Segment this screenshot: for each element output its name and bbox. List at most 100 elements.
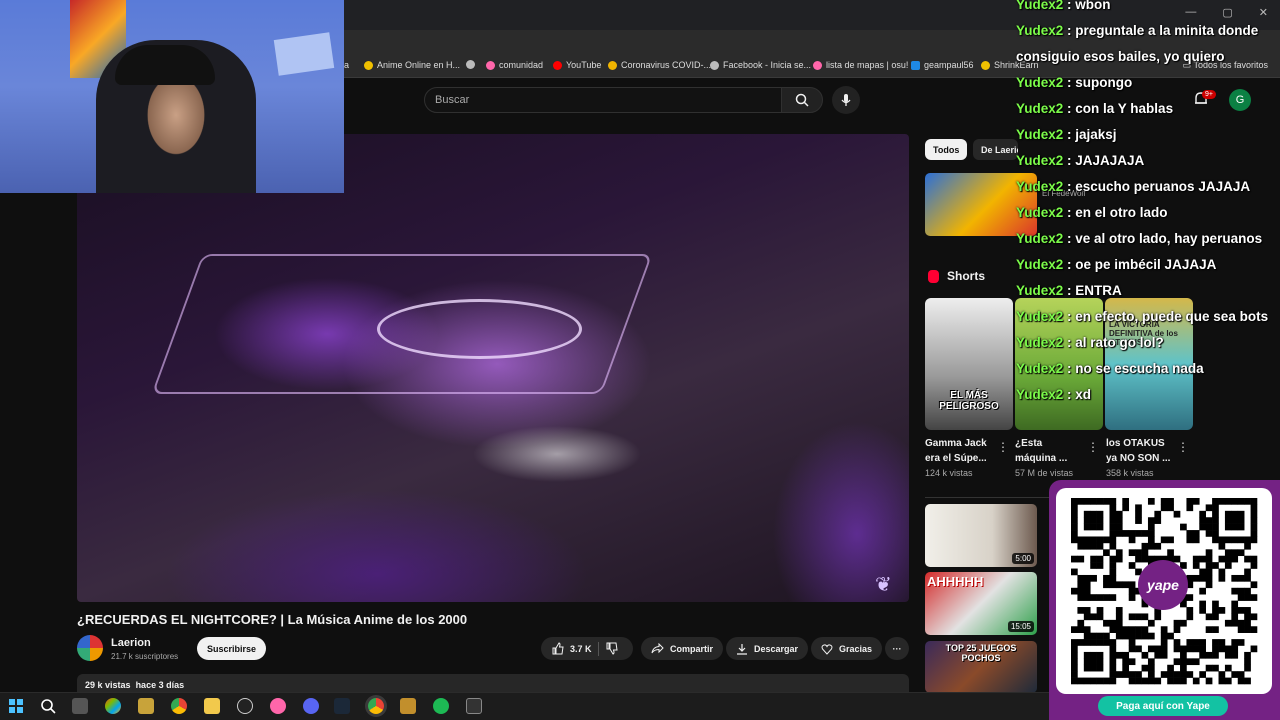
qr-module — [1135, 555, 1142, 563]
bookmark-item[interactable]: comunidad — [486, 60, 543, 70]
spotify-icon[interactable] — [433, 698, 449, 714]
qr-module — [1244, 658, 1251, 666]
qr-module — [1096, 664, 1104, 672]
channel-avatar[interactable] — [77, 635, 103, 661]
copilot-icon[interactable] — [105, 698, 121, 714]
obs-icon[interactable] — [237, 698, 253, 714]
qr-module — [1109, 626, 1117, 633]
bookmark-item[interactable]: YouTube — [553, 60, 601, 70]
qr-module — [1205, 523, 1213, 531]
download-button[interactable]: Descargar — [726, 637, 809, 660]
qr-module — [1186, 639, 1194, 646]
chip-all[interactable]: Todos — [925, 139, 968, 160]
windows-start-icon[interactable] — [8, 698, 24, 714]
qr-module — [1135, 626, 1142, 633]
qr-module — [1128, 671, 1136, 678]
qr-module — [1205, 555, 1213, 563]
bookmark-item[interactable]: Anime Online en H... — [364, 60, 460, 70]
qr-module — [1122, 671, 1130, 678]
qr-module — [1237, 671, 1245, 678]
voice-search-button[interactable] — [832, 86, 860, 114]
share-icon — [651, 643, 664, 654]
qr-module — [1231, 639, 1239, 646]
bookmark-item[interactable]: lista de mapas | osu! — [813, 60, 908, 70]
chrome-active-icon[interactable] — [368, 698, 384, 714]
qr-module — [1212, 626, 1219, 633]
bookmark-item[interactable]: Facebook - Inicia se... — [710, 60, 811, 70]
qr-module — [1186, 504, 1194, 512]
bookmark-item[interactable] — [466, 60, 475, 69]
discord-icon[interactable] — [303, 698, 319, 714]
search-input[interactable]: Buscar — [424, 87, 782, 113]
qr-module — [1141, 555, 1149, 563]
qr-module — [1224, 555, 1232, 563]
shorts-icon — [928, 270, 939, 283]
chrome-icon[interactable] — [171, 698, 187, 714]
subscribe-button[interactable]: Suscribirse — [197, 637, 266, 660]
share-button[interactable]: Compartir — [641, 637, 724, 660]
steam-icon[interactable] — [334, 698, 350, 714]
qr-module — [1103, 639, 1110, 646]
related-video-thumbnail[interactable]: TOP 25 JUEGOS POCHOS — [925, 641, 1037, 693]
bookmark-item[interactable]: geampaul56 — [911, 60, 974, 70]
league-of-legends-icon[interactable] — [400, 698, 416, 714]
qr-module — [1071, 651, 1078, 659]
short-menu-icon[interactable]: ⋮ — [997, 440, 1009, 454]
thanks-button[interactable]: Gracias — [811, 637, 883, 660]
related-video-thumbnail[interactable]: AHHHHH 15:05 — [925, 572, 1037, 635]
more-actions-button[interactable]: ··· — [885, 637, 909, 660]
qr-module — [1250, 645, 1258, 653]
thumbs-down-icon[interactable] — [605, 642, 618, 655]
minecraft-icon[interactable] — [138, 698, 154, 714]
more-icon: ··· — [892, 643, 902, 654]
qr-module — [1224, 651, 1232, 659]
bookmark-item[interactable]: Coronavirus COVID-... — [608, 60, 711, 70]
bookmark-favicon-icon — [813, 60, 822, 70]
short-menu-icon[interactable]: ⋮ — [1177, 440, 1189, 454]
qr-module — [1250, 498, 1258, 505]
qr-module — [1218, 639, 1226, 646]
qr-module — [1192, 645, 1200, 653]
qr-module — [1212, 645, 1219, 653]
short-title[interactable]: los OTAKUS ya NO SON ... — [1106, 436, 1174, 466]
qr-module — [1147, 523, 1155, 531]
qr-module — [1096, 658, 1104, 666]
shorts-shelf-title: Shorts — [947, 269, 986, 283]
short-views: 124 k vistas — [925, 468, 973, 478]
qr-module — [1160, 626, 1168, 633]
search-button[interactable] — [781, 87, 823, 113]
terminal-icon[interactable] — [466, 698, 482, 714]
qr-module — [1115, 607, 1123, 614]
qr-module — [1205, 568, 1213, 576]
qr-module — [1109, 555, 1117, 563]
qr-module — [1244, 607, 1251, 614]
short-title[interactable]: Gamma Jack era el Súpe... — [925, 436, 993, 466]
taskbar-search-icon[interactable] — [40, 698, 56, 714]
related-video-thumbnail[interactable]: 5:00 — [925, 504, 1037, 567]
chat-text: : xd — [1063, 387, 1092, 402]
qr-module — [1083, 594, 1091, 601]
qr-module — [1090, 613, 1097, 621]
short-menu-icon[interactable]: ⋮ — [1087, 440, 1099, 454]
short-title[interactable]: ¿Esta máquina ... — [1015, 436, 1083, 466]
qr-module — [1231, 645, 1239, 653]
qr-module — [1109, 619, 1117, 627]
osu-icon[interactable] — [270, 698, 286, 714]
like-button[interactable]: 3.7 K — [551, 642, 592, 655]
qr-module — [1173, 626, 1181, 633]
bookmark-favicon-icon — [486, 60, 495, 70]
qr-module — [1090, 498, 1097, 505]
short-thumbnail[interactable]: EL MÁS PELIGROSO — [925, 298, 1013, 430]
video-player[interactable]: ❦ — [77, 134, 909, 602]
qr-module — [1096, 510, 1104, 518]
task-view-icon[interactable] — [72, 698, 88, 714]
file-explorer-icon[interactable] — [204, 698, 220, 714]
qr-module — [1077, 581, 1085, 589]
chat-message: Yudex2 : en el otro lado — [1016, 200, 1280, 226]
qr-module — [1103, 619, 1110, 627]
chip-from-channel[interactable]: De Laerion — [973, 139, 1018, 160]
qr-module — [1141, 549, 1149, 557]
qr-module — [1212, 498, 1219, 505]
yape-pay-button[interactable]: Paga aquí con Yape — [1098, 696, 1228, 716]
channel-name[interactable]: Laerion — [111, 637, 151, 649]
